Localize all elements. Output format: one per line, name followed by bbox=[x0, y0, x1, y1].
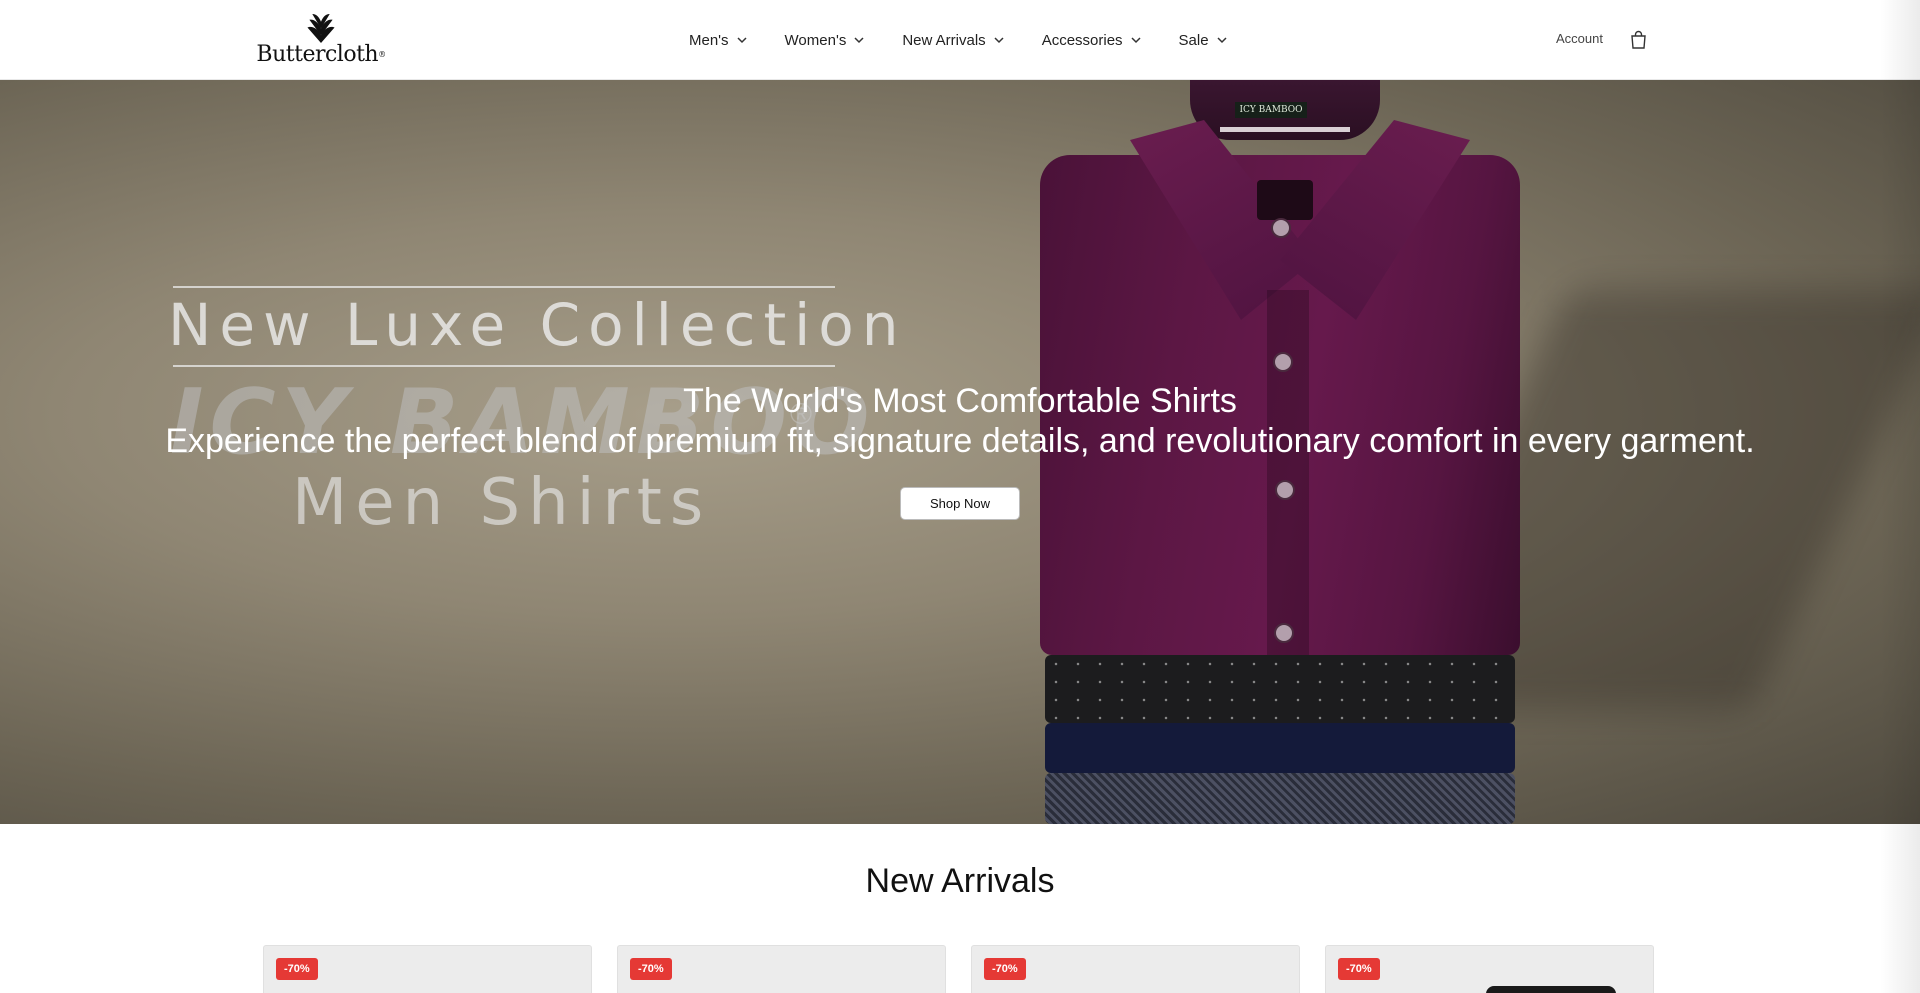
chevron-down-icon bbox=[1217, 37, 1227, 44]
collection-title: New Luxe Collection bbox=[168, 291, 907, 359]
nav-label: Accessories bbox=[1041, 31, 1123, 49]
nav-item-new-arrivals[interactable]: New Arrivals bbox=[902, 0, 1004, 80]
shirt-button bbox=[1273, 352, 1293, 372]
logo-mark-icon bbox=[307, 14, 335, 43]
nav-label: Women's bbox=[784, 31, 847, 49]
discount-badge: -70% bbox=[1338, 958, 1380, 980]
collar-stripe bbox=[1220, 127, 1350, 132]
product-card[interactable]: -70% bbox=[263, 945, 592, 993]
account-link[interactable]: Account bbox=[1556, 31, 1603, 46]
nav-label: Men's bbox=[689, 31, 729, 49]
nav-item-sale[interactable]: Sale bbox=[1179, 0, 1228, 80]
discount-badge: -70% bbox=[276, 958, 318, 980]
nav-item-womens[interactable]: Women's bbox=[785, 0, 866, 80]
site-header: Buttercloth® Men's Women's New Arrivals … bbox=[0, 0, 1920, 80]
logo-wordmark: Buttercloth® bbox=[256, 42, 386, 67]
hero-title: The World's Most Comfortable Shirts bbox=[683, 382, 1237, 420]
shop-now-button[interactable]: Shop Now bbox=[900, 487, 1020, 520]
nav-label: Sale bbox=[1178, 31, 1209, 49]
collection-rule-top bbox=[173, 286, 835, 288]
shopping-bag-icon[interactable] bbox=[1630, 30, 1647, 49]
chevron-down-icon bbox=[854, 37, 864, 44]
shirt-button bbox=[1271, 218, 1291, 238]
chevron-down-icon bbox=[737, 37, 747, 44]
men-shirts-text: Men Shirts bbox=[292, 466, 712, 540]
product-image bbox=[1486, 986, 1616, 993]
new-arrivals-title: New Arrivals bbox=[865, 862, 1055, 900]
product-card[interactable]: -70% bbox=[971, 945, 1300, 993]
nav-item-mens[interactable]: Men's bbox=[689, 0, 748, 80]
chevron-down-icon bbox=[1131, 37, 1141, 44]
discount-badge: -70% bbox=[984, 958, 1026, 980]
hero-banner: ICY BAMBOO New Luxe Collection ICY BAMBO… bbox=[0, 80, 1920, 824]
nav-item-accessories[interactable]: Accessories bbox=[1042, 0, 1142, 80]
neck-label bbox=[1257, 180, 1313, 220]
folded-shirt-dotted bbox=[1045, 655, 1515, 723]
product-card[interactable]: -70% bbox=[1325, 945, 1654, 993]
folded-shirt-navy bbox=[1045, 723, 1515, 773]
logo[interactable]: Buttercloth® bbox=[256, 14, 386, 66]
chevron-down-icon bbox=[994, 37, 1004, 44]
shirt-button bbox=[1275, 480, 1295, 500]
shirt-tag: ICY BAMBOO bbox=[1235, 102, 1307, 118]
nav-label: New Arrivals bbox=[902, 31, 986, 49]
discount-badge: -70% bbox=[630, 958, 672, 980]
folded-shirt-pattern bbox=[1045, 773, 1515, 824]
hero-subtitle: Experience the perfect blend of premium … bbox=[165, 422, 1755, 460]
shirt-button bbox=[1274, 623, 1294, 643]
main-nav: Men's Women's New Arrivals Accessories S… bbox=[689, 0, 1228, 80]
collection-rule-bottom bbox=[173, 365, 835, 367]
shirt-placket bbox=[1267, 290, 1309, 660]
product-card[interactable]: -70% bbox=[617, 945, 946, 993]
